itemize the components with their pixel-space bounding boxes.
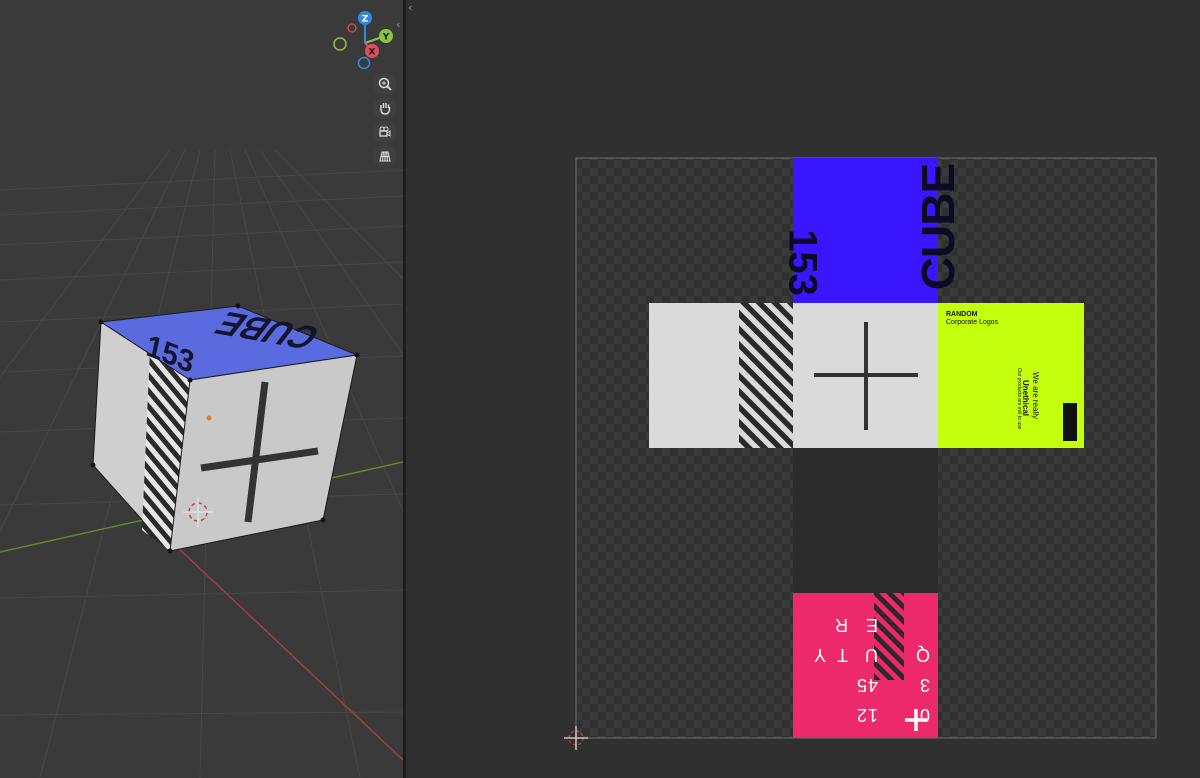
pink-char: U [864, 645, 878, 665]
green-subtitle: Corporate Logos [946, 319, 999, 326]
green-line2: Unethical [1021, 380, 1030, 417]
cube-object[interactable] [0, 0, 403, 778]
green-brand: RANDOM [946, 311, 978, 318]
navigation-gizmo[interactable]: Z Y X [330, 8, 400, 78]
zoom-icon[interactable] [373, 73, 397, 95]
pink-letter-grid: 0 12 3 45 Q U E R T Y [796, 598, 936, 733]
pink-char: Y [812, 645, 826, 665]
pink-char: T [836, 645, 848, 665]
pan-hand-icon[interactable] [373, 97, 397, 119]
sidebar-toggle-icon[interactable]: ‹ [396, 18, 400, 31]
green-line1: We are really [1031, 372, 1040, 419]
camera-view-icon[interactable] [373, 121, 397, 143]
pink-char: 45 [855, 675, 878, 695]
perspective-grid-icon[interactable] [373, 145, 397, 167]
pink-char: 12 [855, 705, 878, 725]
pink-char: 3 [918, 675, 930, 695]
gizmo-x-label: X [369, 48, 376, 58]
blue-face-num-text: 153 [780, 229, 825, 296]
pink-char: R [834, 615, 848, 635]
pink-char: Q [914, 645, 930, 665]
uv-editor[interactable]: ‹ CUBE 153 RANDOM Corporate Logos We are… [406, 0, 1200, 778]
blue-face-main-text: CUBE [912, 163, 964, 291]
pink-char: 0 [918, 705, 930, 725]
gizmo-z-label: Z [362, 15, 369, 25]
gizmo-y-label: Y [382, 33, 390, 43]
3d-viewport[interactable]: CUBE 153 Z Y X ‹ [0, 0, 403, 778]
green-line3: Our products are evil to use [1016, 368, 1022, 430]
uv-hatch-strip [739, 303, 794, 448]
pink-char: E [864, 615, 878, 635]
uv-face-dark [793, 448, 938, 593]
